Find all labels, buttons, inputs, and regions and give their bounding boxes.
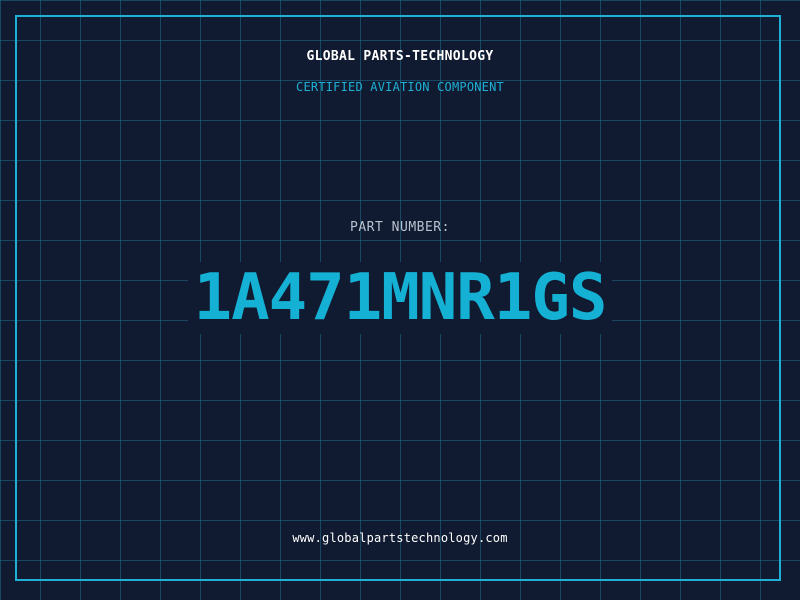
part-number-value: 1A471MNR1GS xyxy=(187,262,613,334)
company-name: GLOBAL PARTS-TECHNOLOGY xyxy=(306,49,494,64)
part-label-card: GLOBAL PARTS-TECHNOLOGY CERTIFIED AVIATI… xyxy=(0,0,800,600)
part-number-container: 1A471MNR1GS xyxy=(0,262,800,334)
part-number-label: PART NUMBER: xyxy=(350,220,450,235)
website-url: www.globalpartstechnology.com xyxy=(292,531,508,545)
company-tagline: CERTIFIED AVIATION COMPONENT xyxy=(296,80,504,94)
